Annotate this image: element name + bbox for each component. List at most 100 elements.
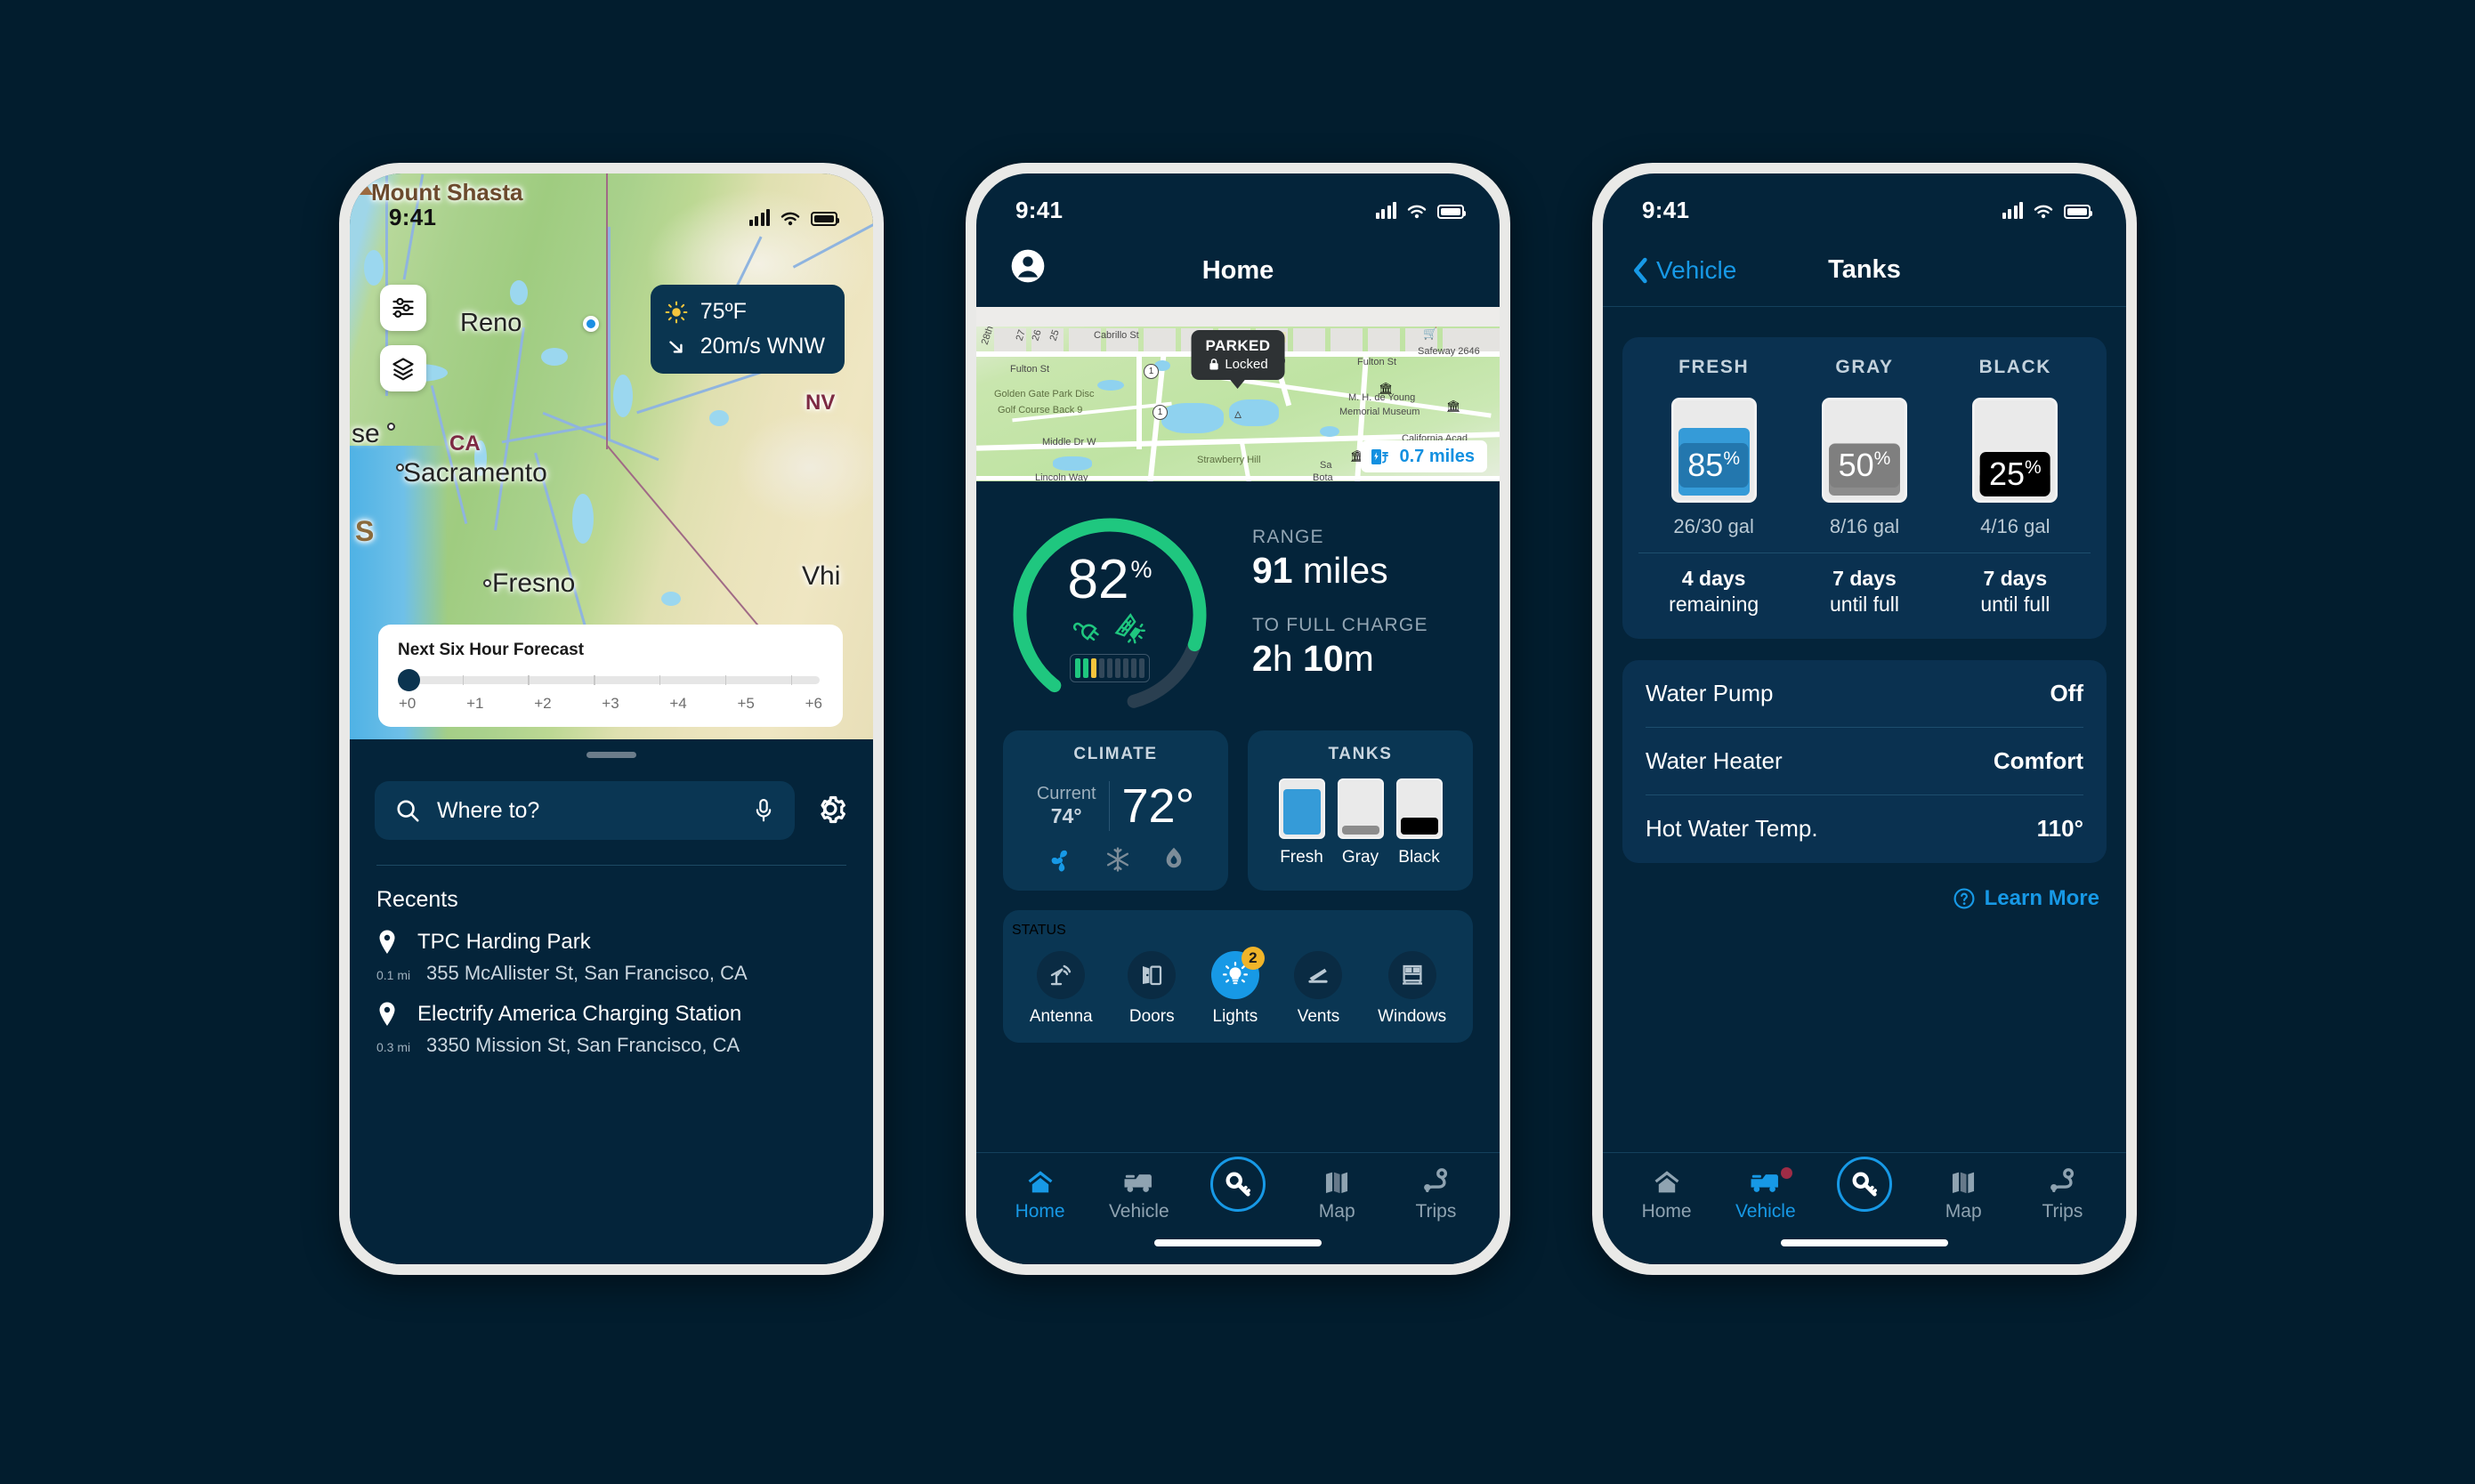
vent-icon bbox=[1308, 968, 1329, 983]
tanks-mini-list: Fresh Gray Black bbox=[1257, 778, 1464, 867]
map-label: Memorial Museum bbox=[1339, 407, 1420, 417]
tab-map[interactable]: Map bbox=[1914, 1165, 2013, 1222]
tank-mini[interactable]: Gray bbox=[1337, 778, 1384, 867]
recent-item-name: TPC Harding Park bbox=[417, 930, 591, 954]
forecast-card[interactable]: Next Six Hour Forecast +0 +1 +2 +3 +4 +5… bbox=[378, 625, 843, 727]
battery-icon bbox=[1437, 205, 1466, 219]
setting-row-water-pump[interactable]: Water Pump Off bbox=[1646, 660, 2083, 728]
map-river bbox=[608, 227, 611, 440]
charge-minutes: 10 bbox=[1303, 638, 1344, 679]
tab-home[interactable]: Home bbox=[1617, 1165, 1716, 1222]
tank-header-black: BLACK bbox=[1978, 357, 2052, 377]
weather-wind-row: 20m/s WNW bbox=[665, 334, 825, 359]
status-item-label: Windows bbox=[1378, 1007, 1447, 1026]
tank-days: 4 days remaining bbox=[1669, 566, 1759, 617]
status-item-doors[interactable]: Doors bbox=[1128, 951, 1177, 1027]
tank-column-fresh[interactable]: 85% 26/30 gal 4 days remaining bbox=[1638, 398, 1790, 617]
route-shield: 1 bbox=[1153, 405, 1168, 420]
route-shield: 1 bbox=[1144, 364, 1159, 379]
climate-current: Current 74° bbox=[1037, 784, 1096, 828]
setting-row-hot-water-temp[interactable]: Hot Water Temp. 110° bbox=[1646, 795, 2083, 863]
map-lake bbox=[613, 375, 633, 417]
status-item-lights[interactable]: 2 Lights bbox=[1210, 947, 1265, 1027]
tab-vehicle[interactable]: Vehicle bbox=[1716, 1165, 1815, 1222]
tab-trips[interactable]: Trips bbox=[2013, 1165, 2112, 1222]
status-card-header: STATUS bbox=[1012, 923, 1066, 938]
battery-summary: 82 % RANGE 91 miles TO FULL CHARGE 2h 10… bbox=[976, 481, 1500, 727]
tank-mini-body bbox=[1278, 778, 1325, 839]
tank-percent: 25 bbox=[1988, 456, 2025, 492]
map-filters-button[interactable] bbox=[380, 285, 426, 331]
forecast-slider[interactable] bbox=[398, 669, 820, 691]
map-layers-button[interactable] bbox=[380, 345, 426, 391]
settings-button[interactable] bbox=[813, 791, 848, 831]
battery-gauge[interactable]: 82 % bbox=[1007, 512, 1213, 718]
tank-mini[interactable]: Fresh bbox=[1278, 778, 1325, 867]
account-button[interactable] bbox=[1010, 248, 1046, 288]
tab-trips[interactable]: Trips bbox=[1387, 1165, 1485, 1222]
recent-item-address: 3350 Mission St, San Francisco, CA bbox=[426, 1034, 740, 1056]
weather-temperature: 75ºF bbox=[700, 299, 747, 324]
nearest-charger-pill[interactable]: 0.7 miles bbox=[1361, 440, 1487, 472]
cellular-bars-icon bbox=[1375, 201, 1396, 219]
recent-item-distance: 0.1 mi bbox=[376, 968, 411, 982]
flame-icon[interactable] bbox=[1161, 846, 1186, 873]
parked-callout[interactable]: PARKED Locked bbox=[1191, 330, 1285, 380]
tank-percent-label: 85% bbox=[1678, 443, 1750, 488]
tank-column-gray[interactable]: 50% 8/16 gal 7 days until full bbox=[1789, 398, 1940, 617]
tank-percent: 85 bbox=[1687, 447, 1724, 483]
map-pin-icon bbox=[379, 1002, 395, 1026]
status-item-windows[interactable]: Windows bbox=[1378, 951, 1446, 1027]
tanks-card[interactable]: TANKS Fresh Gray Black bbox=[1248, 730, 1473, 891]
forecast-slider-knob[interactable] bbox=[398, 669, 420, 691]
fan-icon[interactable] bbox=[1046, 846, 1074, 875]
tab-key[interactable] bbox=[1815, 1157, 1913, 1222]
tank-body: 25% bbox=[1972, 398, 2058, 503]
forecast-title: Next Six Hour Forecast bbox=[398, 641, 585, 659]
map-label: Cabrillo St bbox=[1094, 330, 1139, 341]
tank-mini[interactable]: Black bbox=[1395, 778, 1443, 867]
tank-gallons: 26/30 gal bbox=[1673, 515, 1754, 537]
map-lake bbox=[661, 592, 681, 606]
navigation-map[interactable]: Mount Shasta Reno Sacramento Fresno se S… bbox=[350, 173, 873, 739]
map-lake bbox=[510, 280, 528, 305]
weather-wind: 20m/s WNW bbox=[700, 334, 825, 359]
status-item-vents[interactable]: Vents bbox=[1294, 951, 1343, 1027]
parked-state: Locked bbox=[1225, 357, 1268, 372]
tank-mini-body bbox=[1337, 778, 1384, 839]
back-button[interactable]: Vehicle bbox=[1631, 256, 1736, 285]
tabs: Home Vehicle Map Trips bbox=[976, 1153, 1500, 1222]
search-sheet: Where to? Recents TPC Harding Park 0.1 m… bbox=[350, 739, 873, 1264]
search-input[interactable]: Where to? bbox=[375, 781, 795, 840]
weather-card[interactable]: 75ºF 20m/s WNW bbox=[650, 285, 845, 374]
tab-key[interactable] bbox=[1188, 1157, 1287, 1222]
sheet-grabber[interactable] bbox=[586, 752, 636, 758]
tab-home[interactable]: Home bbox=[991, 1165, 1089, 1222]
tank-mini-label: Gray bbox=[1341, 848, 1379, 867]
status-icon-circle bbox=[1037, 951, 1086, 999]
tank-header-gray: GRAY bbox=[1835, 357, 1894, 377]
key-button[interactable] bbox=[1837, 1157, 1892, 1212]
recent-item-1[interactable]: TPC Harding Park 0.1 mi 355 McAllister S… bbox=[350, 913, 873, 985]
map-road bbox=[1136, 351, 1142, 449]
map-block bbox=[1331, 328, 1363, 351]
percent-symbol: % bbox=[2024, 457, 2042, 478]
learn-more-link[interactable]: Learn More bbox=[1603, 886, 2099, 911]
tank-column-black[interactable]: 25% 4/16 gal 7 days until full bbox=[1939, 398, 2091, 617]
recent-item-2[interactable]: Electrify America Charging Station 0.3 m… bbox=[350, 985, 873, 1057]
map-lake bbox=[364, 250, 384, 286]
tab-map[interactable]: Map bbox=[1288, 1165, 1387, 1222]
open-door-icon bbox=[1143, 965, 1162, 986]
climate-card[interactable]: CLIMATE Current 74° 72° bbox=[1003, 730, 1228, 891]
setting-value: Off bbox=[2050, 679, 2083, 706]
charge-minutes-unit: m bbox=[1343, 638, 1374, 679]
setting-row-water-heater[interactable]: Water Heater Comfort bbox=[1646, 728, 2083, 795]
van-icon bbox=[1716, 1165, 1815, 1199]
tab-vehicle[interactable]: Vehicle bbox=[1089, 1165, 1188, 1222]
tank-percent: 50 bbox=[1838, 447, 1874, 483]
snowflake-icon[interactable] bbox=[1104, 846, 1131, 873]
status-item-antenna[interactable]: Antenna bbox=[1030, 951, 1093, 1027]
key-button[interactable] bbox=[1210, 1157, 1266, 1212]
route-icon bbox=[2013, 1165, 2112, 1199]
vehicle-location-map[interactable]: Cabrillo St Fulton St Fulton St Safeway … bbox=[976, 307, 1500, 481]
